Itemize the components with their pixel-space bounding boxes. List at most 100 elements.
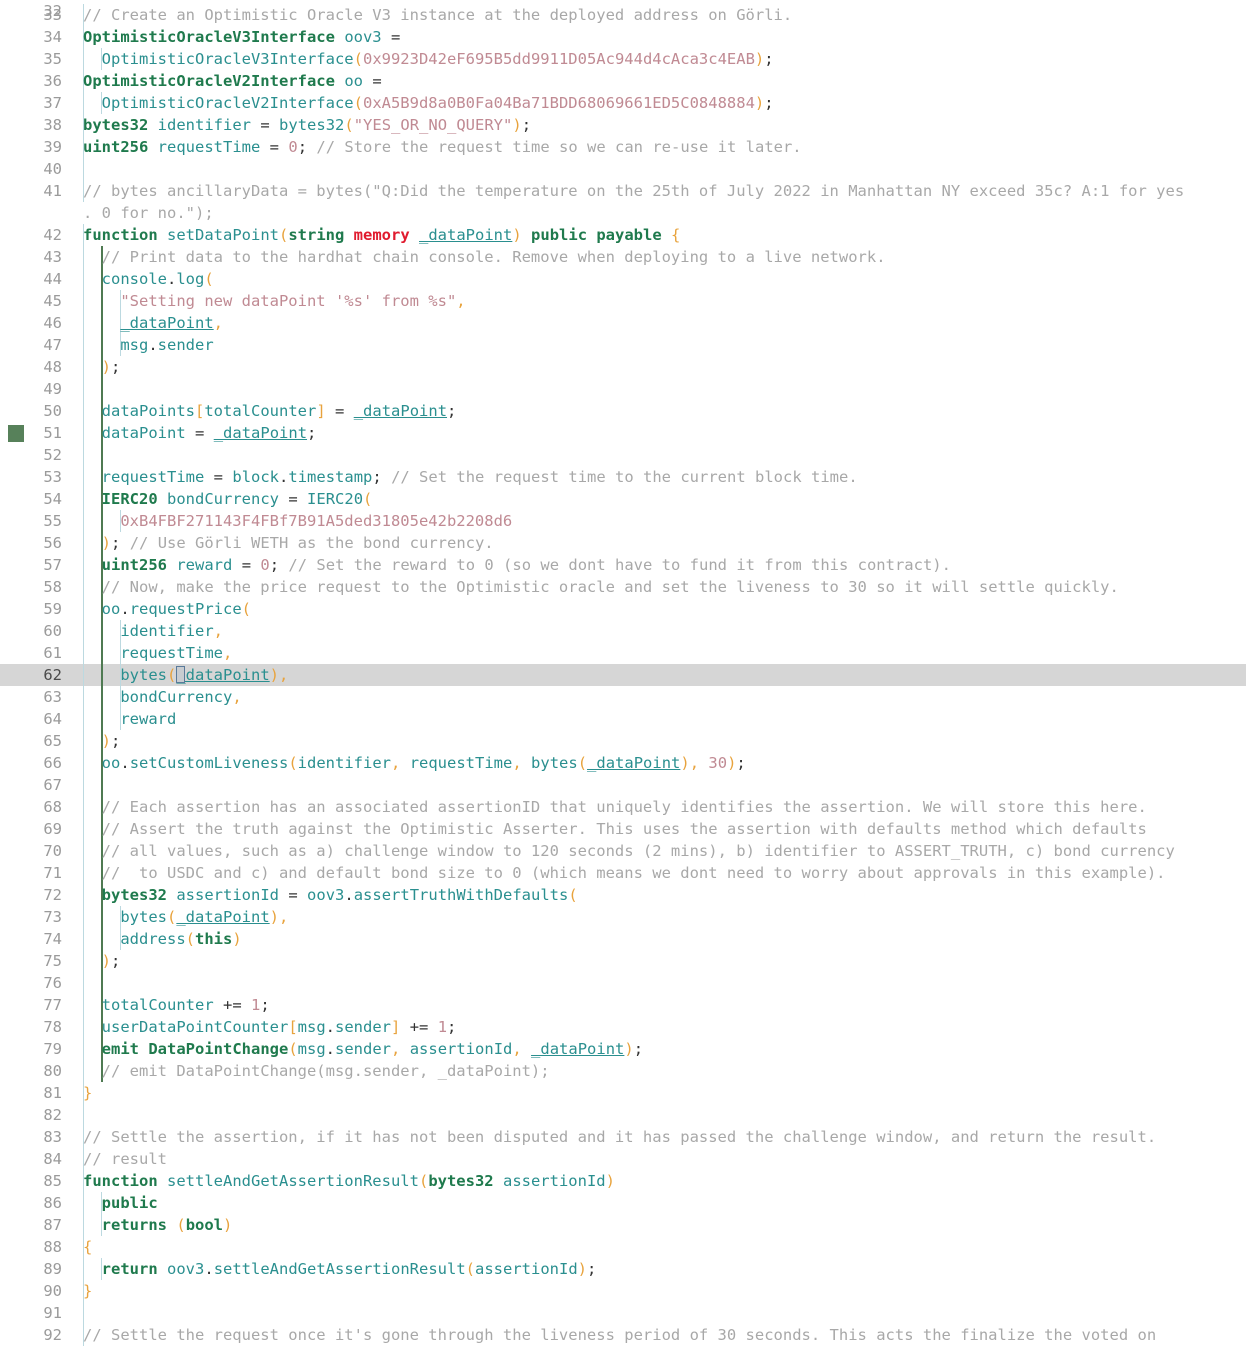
code-text[interactable]: { (83, 1236, 92, 1258)
code-line-active[interactable]: 62 bytes(_dataPoint), (0, 664, 1246, 686)
code-text[interactable]: ); (83, 356, 121, 378)
code-text[interactable]: ); // Use Görli WETH as the bond currenc… (83, 532, 494, 554)
code-line[interactable]: 59 oo.requestPrice( (0, 598, 1246, 620)
code-text[interactable]: dataPoint = _dataPoint; (83, 422, 317, 444)
code-text[interactable]: OptimisticOracleV3Interface(0x9923D42eF6… (83, 48, 774, 70)
code-line[interactable]: 73 bytes(_dataPoint), (0, 906, 1246, 928)
code-text[interactable]: bytes32 assertionId = oov3.assertTruthWi… (83, 884, 578, 906)
code-line[interactable]: 92 // Settle the request once it's gone t… (0, 1324, 1246, 1346)
code-line[interactable]: 64 reward (0, 708, 1246, 730)
code-line[interactable]: 82 (0, 1104, 1246, 1126)
code-line[interactable]: 80 // emit DataPointChange(msg.sender, _… (0, 1060, 1246, 1082)
code-line[interactable]: 89 return oov3.settleAndGetAssertionResu… (0, 1258, 1246, 1280)
code-line[interactable]: 49 (0, 378, 1246, 400)
code-line[interactable]: 44 console.log( (0, 268, 1246, 290)
code-text[interactable]: // Each assertion has an associated asse… (83, 796, 1147, 818)
code-line[interactable]: 71 // to USDC and c) and default bond si… (0, 862, 1246, 884)
code-text[interactable]: bytes(_dataPoint), (83, 664, 288, 686)
code-line[interactable]: 69 // Assert the truth against the Optim… (0, 818, 1246, 840)
code-line[interactable]: 36 OptimisticOracleV2Interface oo = (0, 70, 1246, 92)
code-text[interactable]: "Setting new dataPoint '%s' from %s", (83, 290, 465, 312)
code-line[interactable]: 50 dataPoints[totalCounter] = _dataPoint… (0, 400, 1246, 422)
code-text[interactable]: // emit DataPointChange(msg.sender, _dat… (83, 1060, 550, 1082)
code-editor[interactable]: 32 33// Create an Optimistic Oracle V3 in… (0, 0, 1246, 1349)
code-text[interactable]: } (83, 1082, 92, 1104)
code-line[interactable]: 70 // all values, such as a) challenge w… (0, 840, 1246, 862)
code-text[interactable]: bytes32 identifier = bytes32("YES_OR_NO_… (83, 114, 531, 136)
code-line[interactable]: 74 address(this) (0, 928, 1246, 950)
code-text[interactable]: reward (83, 708, 176, 730)
code-text[interactable]: // Now, make the price request to the Op… (83, 576, 1119, 598)
code-line[interactable]: 90} (0, 1280, 1246, 1302)
code-text[interactable]: address(this) (83, 928, 241, 950)
code-text[interactable]: function settleAndGetAssertionResult(byt… (83, 1170, 615, 1192)
code-text[interactable]: // Assert the truth against the Optimist… (83, 818, 1147, 840)
code-line[interactable]: 46 _dataPoint, (0, 312, 1246, 334)
code-text[interactable]: uint256 requestTime = 0; // Store the re… (83, 136, 802, 158)
code-text[interactable]: dataPoints[totalCounter] = _dataPoint; (83, 400, 457, 422)
code-text[interactable]: function setDataPoint(string memory _dat… (83, 224, 680, 246)
code-line[interactable]: 56 ); // Use Görli WETH as the bond curr… (0, 532, 1246, 554)
code-text[interactable]: return oov3.settleAndGetAssertionResult(… (83, 1258, 597, 1280)
code-text[interactable]: // bytes ancillaryData = bytes("Q:Did th… (83, 180, 1184, 202)
code-line[interactable]: 41 // bytes ancillaryData = bytes("Q:Did … (0, 180, 1246, 202)
code-line[interactable]: 51 dataPoint = _dataPoint; (0, 422, 1246, 444)
code-line[interactable]: 39 uint256 requestTime = 0; // Store the … (0, 136, 1246, 158)
code-line[interactable]: 40 (0, 158, 1246, 180)
code-line[interactable]: 65 ); (0, 730, 1246, 752)
code-text[interactable]: // all values, such as a) challenge wind… (83, 840, 1175, 862)
code-text[interactable]: . 0 for no."); (83, 202, 214, 224)
code-line[interactable]: 86 public (0, 1192, 1246, 1214)
code-line[interactable]: 53 requestTime = block.timestamp; // Set… (0, 466, 1246, 488)
code-line[interactable]: 68 // Each assertion has an associated a… (0, 796, 1246, 818)
code-line[interactable]: 43 // Print data to the hardhat chain co… (0, 246, 1246, 268)
git-change-marker-icon[interactable] (8, 425, 24, 442)
code-text[interactable]: // to USDC and c) and default bond size … (83, 862, 1166, 884)
code-text[interactable]: oo.setCustomLiveness(identifier, request… (83, 752, 746, 774)
code-text[interactable]: bytes(_dataPoint), (83, 906, 288, 928)
code-text[interactable]: public (83, 1192, 158, 1214)
code-line[interactable]: 84 // result (0, 1148, 1246, 1170)
code-line[interactable]: 38 bytes32 identifier = bytes32("YES_OR_N… (0, 114, 1246, 136)
code-line[interactable]: 37 OptimisticOracleV2Interface(0xA5B9d8a… (0, 92, 1246, 114)
code-text[interactable]: 0xB4FBF271143F4FBf7B91A5ded31805e42b2208… (83, 510, 512, 532)
code-text[interactable]: bondCurrency, (83, 686, 241, 708)
code-line[interactable]: 81} (0, 1082, 1246, 1104)
code-line[interactable]: 87 returns (bool) (0, 1214, 1246, 1236)
code-line[interactable]: 35 OptimisticOracleV3Interface(0x9923D42… (0, 48, 1246, 70)
code-line[interactable]: . 0 for no."); (0, 202, 1246, 224)
code-line[interactable]: 34 OptimisticOracleV3Interface oov3 = (0, 26, 1246, 48)
code-line[interactable]: 48 ); (0, 356, 1246, 378)
code-text[interactable]: returns (bool) (83, 1214, 233, 1236)
code-line[interactable]: 45 "Setting new dataPoint '%s' from %s", (0, 290, 1246, 312)
code-text[interactable]: // Create an Optimistic Oracle V3 instan… (83, 4, 792, 26)
code-line[interactable]: 88 { (0, 1236, 1246, 1258)
code-text[interactable]: // Settle the assertion, if it has not b… (83, 1126, 1156, 1148)
code-line[interactable]: 63 bondCurrency, (0, 686, 1246, 708)
code-line[interactable]: 75 ); (0, 950, 1246, 972)
code-text[interactable]: msg.sender (83, 334, 213, 356)
code-line[interactable]: 57 uint256 reward = 0; // Set the reward… (0, 554, 1246, 576)
code-line[interactable]: 52 (0, 444, 1246, 466)
code-text[interactable]: identifier, (83, 620, 223, 642)
code-line[interactable]: 83 // Settle the assertion, if it has not… (0, 1126, 1246, 1148)
code-line[interactable]: 33 // Create an Optimistic Oracle V3 inst… (0, 4, 1246, 26)
code-text[interactable]: _dataPoint, (83, 312, 223, 334)
code-text[interactable]: // result (83, 1148, 167, 1170)
code-text[interactable]: totalCounter += 1; (83, 994, 270, 1016)
code-text[interactable]: requestTime = block.timestamp; // Set th… (83, 466, 858, 488)
code-text[interactable]: emit DataPointChange(msg.sender, asserti… (83, 1038, 643, 1060)
code-line[interactable]: 77 totalCounter += 1; (0, 994, 1246, 1016)
code-text[interactable]: // Settle the request once it's gone thr… (83, 1324, 1156, 1346)
code-line[interactable]: 58 // Now, make the price request to the… (0, 576, 1246, 598)
code-text[interactable]: uint256 reward = 0; // Set the reward to… (83, 554, 951, 576)
code-line[interactable]: 55 0xB4FBF271143F4FBf7B91A5ded31805e42b2… (0, 510, 1246, 532)
code-line[interactable]: 76 (0, 972, 1246, 994)
code-text[interactable]: console.log( (83, 268, 214, 290)
code-text[interactable]: ); (83, 730, 121, 752)
code-line[interactable]: 91 (0, 1302, 1246, 1324)
code-text[interactable]: userDataPointCounter[msg.sender] += 1; (83, 1016, 457, 1038)
code-text[interactable]: OptimisticOracleV2Interface oo = (83, 70, 382, 92)
code-line[interactable]: 47 msg.sender (0, 334, 1246, 356)
code-text[interactable]: requestTime, (83, 642, 232, 664)
